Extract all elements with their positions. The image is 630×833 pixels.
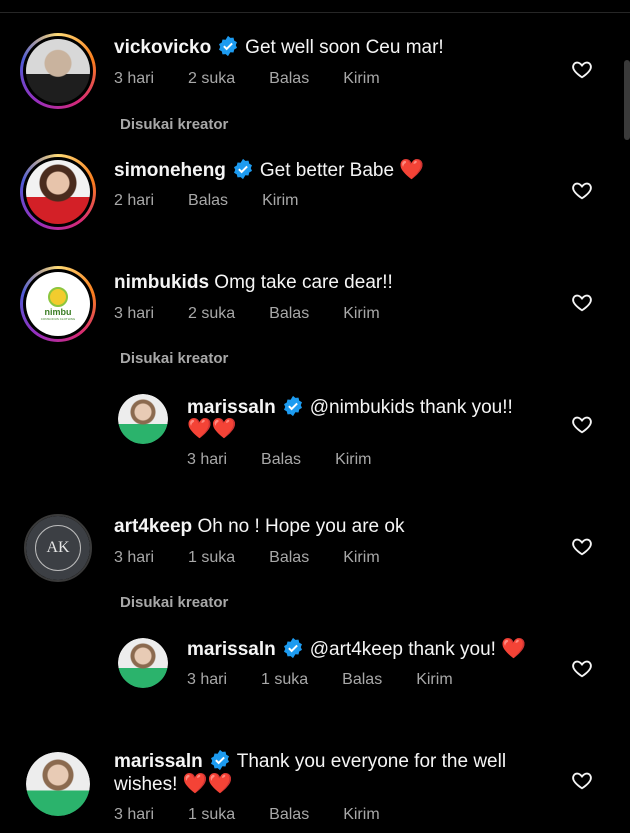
comment-meta: 3 hari 2 suka Balas Kirim xyxy=(114,305,414,323)
username[interactable]: marissaln xyxy=(187,639,276,660)
send-button[interactable]: Kirim xyxy=(262,192,298,209)
like-heart-icon[interactable] xyxy=(571,657,593,679)
timestamp: 3 hari xyxy=(114,70,155,87)
like-heart-icon[interactable] xyxy=(571,769,593,791)
avatar[interactable]: nimbu CONSCIOUS CLOTHING xyxy=(20,266,96,342)
top-divider xyxy=(0,12,630,13)
avatar-logo-subtext: CONSCIOUS CLOTHING xyxy=(40,317,76,321)
reply-button[interactable]: Balas xyxy=(269,305,309,322)
comment-text: @nimbukids thank you!! xyxy=(309,397,513,418)
avatar[interactable]: AK xyxy=(24,514,92,582)
reply-button[interactable]: Balas xyxy=(269,806,309,823)
timestamp: 3 hari xyxy=(187,671,228,688)
likes-count[interactable]: 1 suka xyxy=(188,549,235,566)
comment-meta: 3 hari 2 suka Balas Kirim xyxy=(114,70,414,88)
avatar-logo-text: AK xyxy=(46,539,70,556)
liked-by-creator-label: Disukai kreator xyxy=(120,116,229,133)
like-heart-icon[interactable] xyxy=(571,179,593,201)
verified-badge-icon xyxy=(283,637,302,659)
comment-text: Oh no ! Hope you are ok xyxy=(197,516,405,537)
likes-count[interactable]: 2 suka xyxy=(188,70,235,87)
comment-meta: 3 hari 1 suka Balas Kirim xyxy=(114,549,414,567)
red-hearts-emoji: ❤️❤️ xyxy=(187,418,237,440)
comment-text: Get well soon Ceu mar! xyxy=(245,37,444,58)
avatar-logo-text: nimbu xyxy=(44,307,72,317)
comment-meta: 3 hari 1 suka Balas Kirim xyxy=(187,671,487,689)
comment-text: Thank you everyone for the well xyxy=(236,751,507,772)
send-button[interactable]: Kirim xyxy=(343,305,379,322)
comment-meta: 3 hari 1 suka Balas Kirim xyxy=(114,806,414,824)
username[interactable]: art4keep xyxy=(114,516,192,537)
send-button[interactable]: Kirim xyxy=(343,70,379,87)
red-heart-emoji: ❤️ xyxy=(501,638,527,660)
reply-button[interactable]: Balas xyxy=(342,671,382,688)
likes-count[interactable]: 2 suka xyxy=(188,305,235,322)
send-button[interactable]: Kirim xyxy=(343,549,379,566)
avatar[interactable] xyxy=(20,154,96,230)
verified-badge-icon xyxy=(219,35,238,57)
red-hearts-emoji: ❤️❤️ xyxy=(182,773,233,795)
comment-meta: 3 hari Balas Kirim xyxy=(187,451,406,469)
liked-by-creator-label: Disukai kreator xyxy=(120,350,229,367)
liked-by-creator-label: Disukai kreator xyxy=(120,594,229,611)
reply-button[interactable]: Balas xyxy=(269,70,309,87)
likes-count[interactable]: 1 suka xyxy=(188,806,235,823)
comment-text: Omg take care dear!! xyxy=(214,272,393,293)
timestamp: 2 hari xyxy=(114,192,155,209)
timestamp: 3 hari xyxy=(187,451,228,468)
avatar[interactable] xyxy=(26,752,90,816)
timestamp: 3 hari xyxy=(114,549,155,566)
username[interactable]: vickovicko xyxy=(114,37,211,58)
scrollbar[interactable] xyxy=(624,60,630,140)
reply-button[interactable]: Balas xyxy=(261,451,301,468)
avatar[interactable] xyxy=(118,638,168,688)
timestamp: 3 hari xyxy=(114,806,155,823)
timestamp: 3 hari xyxy=(114,305,155,322)
verified-badge-icon xyxy=(233,158,252,180)
comment-text: @art4keep thank you! xyxy=(309,639,496,660)
like-heart-icon[interactable] xyxy=(571,535,593,557)
send-button[interactable]: Kirim xyxy=(343,806,379,823)
lemon-logo-icon xyxy=(48,287,68,307)
avatar[interactable] xyxy=(118,394,168,444)
username[interactable]: simoneheng xyxy=(114,160,226,181)
verified-badge-icon xyxy=(283,395,302,417)
username[interactable]: nimbukids xyxy=(114,272,209,293)
reply-button[interactable]: Balas xyxy=(269,549,309,566)
like-heart-icon[interactable] xyxy=(571,58,593,80)
like-heart-icon[interactable] xyxy=(571,413,593,435)
red-heart-emoji: ❤️ xyxy=(399,159,425,181)
verified-badge-icon xyxy=(210,749,229,771)
comment-meta: 2 hari Balas Kirim xyxy=(114,192,333,210)
comment-text-continued: wishes! xyxy=(114,774,178,795)
comment-text: Get better Babe xyxy=(259,160,395,181)
username[interactable]: marissaln xyxy=(114,751,203,772)
send-button[interactable]: Kirim xyxy=(416,671,452,688)
username[interactable]: marissaln xyxy=(187,397,276,418)
avatar[interactable] xyxy=(20,33,96,109)
likes-count[interactable]: 1 suka xyxy=(261,671,308,688)
send-button[interactable]: Kirim xyxy=(335,451,371,468)
like-heart-icon[interactable] xyxy=(571,291,593,313)
reply-button[interactable]: Balas xyxy=(188,192,228,209)
